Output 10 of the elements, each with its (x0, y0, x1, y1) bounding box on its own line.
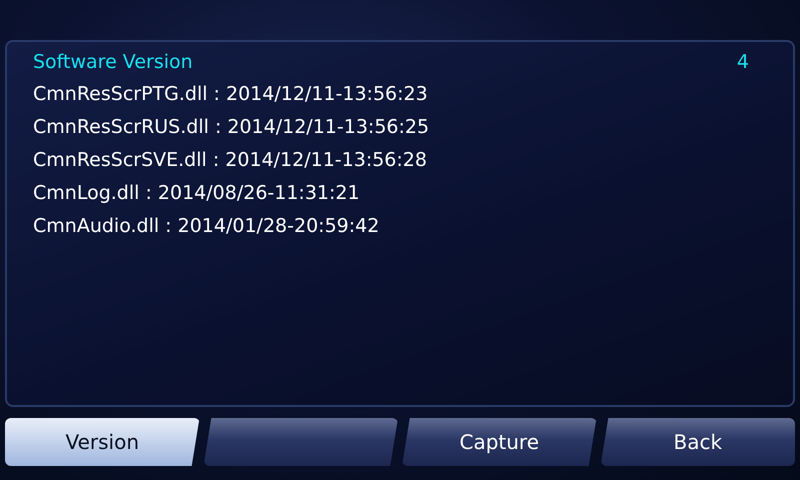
tab-button[interactable]: Back (600, 418, 795, 466)
panel-title: Software Version (33, 51, 193, 73)
version-row-text: CmnResScrSVE.dll : 2014/12/11-13:56:28 (33, 148, 428, 173)
version-row-text: CmnAudio.dll : 2014/01/28-20:59:42 (33, 214, 380, 239)
version-row-text: CmnResScrPTG.dll : 2014/12/11-13:56:23 (33, 82, 429, 107)
version-row-text: CmnResScrRUS.dll : 2014/12/11-13:56:25 (33, 115, 430, 140)
version-row-text: CmnLog.dll : 2014/08/26-11:31:21 (33, 181, 361, 206)
tab-button[interactable]: Capture (402, 418, 596, 466)
tab-button[interactable]: Version (5, 418, 200, 466)
page-number: 4 (736, 51, 749, 73)
